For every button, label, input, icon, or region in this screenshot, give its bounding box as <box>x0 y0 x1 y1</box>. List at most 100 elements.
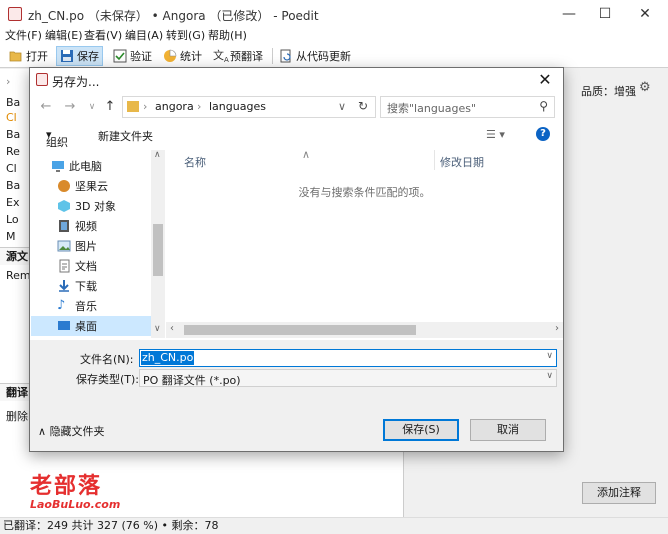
breadcrumb-languages[interactable]: languages <box>209 100 266 113</box>
filename-label: 文件名(N): <box>80 353 134 366</box>
nav-item-label: 此电脑 <box>69 160 102 173</box>
nav-item-label: 图片 <box>75 240 97 253</box>
nav-item-desktop[interactable]: 桌面 <box>31 316 151 336</box>
hide-folders-toggle[interactable]: ∧ 隐藏文件夹 <box>38 423 105 439</box>
toolbar-separator <box>272 48 273 64</box>
cancel-button[interactable]: 取消 <box>470 419 546 441</box>
history-chevron-icon[interactable]: ∨ <box>84 97 100 117</box>
nav-item-label: 坚果云 <box>75 180 108 193</box>
watermark-url: LaoBuLuo.com <box>30 498 121 511</box>
scroll-left-icon[interactable]: ‹ <box>170 323 174 334</box>
pretranslate-label: 预翻译 <box>230 50 263 63</box>
close-window-button[interactable]: ✕ <box>630 4 660 24</box>
gear-icon[interactable]: ⚙ <box>639 80 651 95</box>
list-item[interactable]: M <box>6 230 16 243</box>
menu-view[interactable]: 查看(V) <box>84 28 122 44</box>
filetype-select[interactable]: PO 翻译文件 (*.po) ∨ <box>139 369 557 387</box>
nut-cloud-icon <box>57 179 71 193</box>
dialog-close-icon[interactable]: ✕ <box>535 68 555 92</box>
search-input[interactable]: 搜索"languages" ⚲ <box>380 96 555 118</box>
search-icon: ⚲ <box>539 99 548 113</box>
list-item[interactable]: Ex <box>6 196 19 209</box>
list-item[interactable]: Re <box>6 145 20 158</box>
document-icon <box>57 259 71 273</box>
nav-item-documents[interactable]: 文档 <box>31 256 151 276</box>
list-item[interactable]: Cl <box>6 162 17 175</box>
filetype-value: PO 翻译文件 (*.po) <box>143 374 241 387</box>
column-name[interactable]: 名称 <box>184 154 206 170</box>
view-options-icon[interactable]: ☰ ▾ <box>486 128 505 141</box>
validate-label: 验证 <box>130 50 152 63</box>
nav-item-music[interactable]: ♪ 音乐 <box>31 296 151 316</box>
add-note-button[interactable]: 添加注释 <box>582 482 656 504</box>
translation-text[interactable]: 删除 <box>6 408 28 424</box>
new-folder-button[interactable]: 新建文件夹 <box>98 128 153 144</box>
menu-help[interactable]: 帮助(H) <box>208 28 247 44</box>
open-button[interactable]: 打开 <box>6 46 51 66</box>
nav-item-this-pc[interactable]: 此电脑 <box>31 156 151 176</box>
nav-item-3d-objects[interactable]: 3D 对象 <box>31 196 151 216</box>
update-from-code-button[interactable]: 从代码更新 <box>276 46 354 66</box>
save-form: 文件名(N): zh_CN.po ∨ 保存类型(T): PO 翻译文件 (*.p… <box>30 340 563 451</box>
address-bar[interactable]: › angora › languages ∨ ↻ <box>122 96 376 118</box>
list-item[interactable]: Cl <box>6 111 17 124</box>
scroll-right-icon[interactable]: › <box>555 323 559 334</box>
nav-item-label: 音乐 <box>75 300 97 313</box>
scrollbar-thumb[interactable] <box>184 325 416 335</box>
back-arrow-icon[interactable]: ← <box>38 97 54 117</box>
list-item[interactable]: Lo <box>6 213 19 226</box>
menu-catalog[interactable]: 编目(A) <box>125 28 163 44</box>
scroll-down-icon[interactable]: ∨ <box>154 324 161 334</box>
dialog-title: 另存为... <box>52 75 100 89</box>
nav-item-label: 视频 <box>75 220 97 233</box>
music-note-icon: ♪ <box>57 298 66 313</box>
up-arrow-icon[interactable]: ↑ <box>102 97 118 117</box>
validate-button[interactable]: 验证 <box>110 46 155 66</box>
organize-button[interactable]: 组织 ▾ <box>46 128 68 149</box>
chevron-down-icon[interactable]: ∨ <box>338 100 346 113</box>
folder-icon <box>127 101 139 112</box>
chevron-down-icon[interactable]: ∨ <box>546 351 553 361</box>
menu-edit[interactable]: 编辑(E) <box>45 28 83 44</box>
list-item[interactable]: Ba <box>6 96 20 109</box>
filetype-label: 保存类型(T): <box>76 373 140 386</box>
minimize-button[interactable]: — <box>554 4 584 24</box>
forward-arrow-icon[interactable]: → <box>62 97 78 117</box>
column-modified-date[interactable]: 修改日期 <box>440 154 484 170</box>
nav-item-pictures[interactable]: 图片 <box>31 236 151 256</box>
breadcrumb-angora[interactable]: angora <box>155 100 194 113</box>
scrollbar-thumb[interactable] <box>153 224 163 276</box>
computer-icon <box>51 159 65 173</box>
source-text: Rem <box>6 269 31 282</box>
menu-goto[interactable]: 转到(G) <box>166 28 205 44</box>
command-bar: 组织 ▾ 新建文件夹 ☰ ▾ ? <box>30 122 563 149</box>
list-item[interactable]: Ba <box>6 179 20 192</box>
help-icon[interactable]: ? <box>536 127 550 141</box>
film-icon <box>57 219 71 233</box>
stats-button[interactable]: 统计 <box>160 46 205 66</box>
maximize-button[interactable]: ☐ <box>590 4 620 24</box>
list-item[interactable]: Ba <box>6 128 20 141</box>
folder-open-icon <box>9 49 23 63</box>
cube-icon <box>57 199 71 213</box>
file-list-hscrollbar[interactable]: ‹ › <box>166 322 563 338</box>
nav-item-downloads[interactable]: 下载 <box>31 276 151 296</box>
list-header-collapse[interactable]: › <box>6 75 10 88</box>
translate-icon: 文A <box>213 49 229 65</box>
menu-file[interactable]: 文件(F) <box>5 28 42 44</box>
refresh-icon[interactable]: ↻ <box>358 99 368 113</box>
save-dialog-button[interactable]: 保存(S) <box>383 419 459 441</box>
desktop-icon <box>57 319 71 333</box>
window-title: zh_CN.po （未保存） • Angora （已修改） - Poedit <box>28 9 319 23</box>
sort-up-icon: ∧ <box>302 148 311 161</box>
file-list: 名称 ∧ 修改日期 没有与搜索条件匹配的项。 ‹ › <box>166 148 563 338</box>
scroll-up-icon[interactable]: ∧ <box>154 150 161 160</box>
nav-item-label: 下载 <box>75 280 97 293</box>
nav-item-jianguoyun[interactable]: 坚果云 <box>31 176 151 196</box>
filename-input[interactable]: zh_CN.po ∨ <box>139 349 557 367</box>
nav-pane-scrollbar[interactable]: ∧ ∨ <box>151 150 165 338</box>
save-button[interactable]: 保存 <box>56 46 103 66</box>
search-placeholder: 搜索"languages" <box>387 102 477 115</box>
nav-item-videos[interactable]: 视频 <box>31 216 151 236</box>
pretranslate-button[interactable]: 文A 预翻译 <box>210 46 266 66</box>
